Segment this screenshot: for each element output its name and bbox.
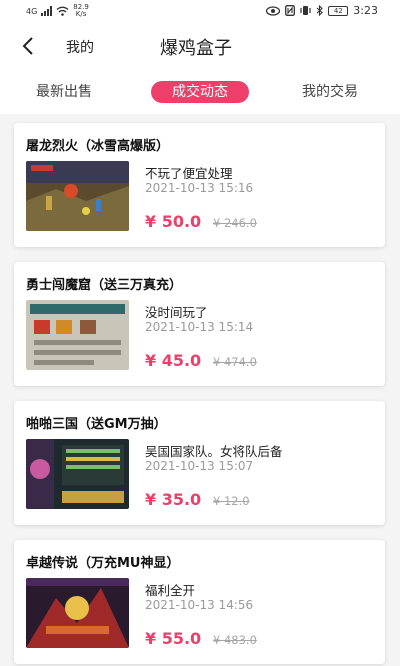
- wifi-icon: [56, 6, 69, 16]
- original-price: ¥ 474.0: [213, 355, 257, 369]
- status-bar: 4G 82.9 K/s 42 3:23: [0, 0, 400, 22]
- game-thumbnail: [26, 300, 129, 370]
- network-type: 4G: [26, 6, 38, 16]
- bluetooth-icon: [316, 5, 324, 16]
- original-price: ¥ 12.0: [213, 494, 250, 508]
- trade-card[interactable]: 屠龙烈火（冰雪高爆版） 不玩了便宜处理 2021-10-13 15:16 ¥ 5…: [14, 123, 385, 247]
- tab-latest-sale[interactable]: 最新出售: [36, 81, 92, 103]
- signal-icon: [41, 6, 53, 16]
- trade-card[interactable]: 啪啪三国（送GM万抽） 吴国国家队。女将队后备 2021-10-13 15:07…: [14, 401, 385, 525]
- net-speed-unit: K/s: [75, 10, 87, 18]
- page-title: 爆鸡盒子: [160, 38, 232, 59]
- nav-bar: 我的 爆鸡盒子: [0, 22, 400, 70]
- chevron-left-icon[interactable]: [18, 35, 40, 57]
- game-title: 屠龙烈火（冰雪高爆版）: [26, 139, 170, 154]
- status-right: 42 3:23: [266, 4, 378, 17]
- game-thumbnail: [26, 439, 129, 509]
- deal-time: 2021-10-13 15:07: [145, 459, 254, 473]
- battery-icon: 42: [328, 5, 349, 16]
- deal-time: 2021-10-13 14:56: [145, 598, 254, 612]
- tab-deal-activity[interactable]: 成交动态: [151, 81, 249, 103]
- game-thumbnail: [26, 578, 129, 648]
- sale-price: ¥ 35.0: [145, 490, 202, 509]
- trade-card[interactable]: 卓越传说（万充MU神显） 福利全开 2021-10-13 14:56 ¥ 55.…: [14, 540, 385, 664]
- deal-time: 2021-10-13 15:14: [145, 320, 254, 334]
- item-description: 不玩了便宜处理: [145, 166, 233, 181]
- original-price: ¥ 483.0: [213, 633, 257, 647]
- item-description: 吴国国家队。女将队后备: [145, 444, 283, 459]
- net-speed: 82.9 K/s: [73, 4, 89, 18]
- sale-price: ¥ 45.0: [145, 351, 202, 370]
- eye-icon: [266, 5, 281, 16]
- tab-my-trades[interactable]: 我的交易: [302, 81, 358, 103]
- tab-bar: 最新出售 成交动态 我的交易: [0, 70, 400, 114]
- game-title: 啪啪三国（送GM万抽）: [26, 417, 167, 432]
- vibrate-icon: [300, 6, 311, 15]
- status-time: 3:23: [353, 4, 378, 17]
- game-title: 卓越传说（万充MU神显）: [26, 556, 180, 571]
- item-description: 没时间玩了: [145, 305, 208, 320]
- game-thumbnail: [26, 161, 129, 231]
- item-description: 福利全开: [145, 583, 196, 598]
- sale-price: ¥ 55.0: [145, 629, 202, 648]
- game-title: 勇士闯魔窟（送三万真充）: [26, 278, 183, 293]
- trade-list: 屠龙烈火（冰雪高爆版） 不玩了便宜处理 2021-10-13 15:16 ¥ 5…: [14, 123, 385, 666]
- deal-time: 2021-10-13 15:16: [145, 181, 254, 195]
- original-price: ¥ 246.0: [213, 216, 257, 230]
- nfc-icon: [285, 5, 296, 16]
- trade-card[interactable]: 勇士闯魔窟（送三万真充） 没时间玩了 2021-10-13 15:14 ¥ 45…: [14, 262, 385, 386]
- status-left: 4G 82.9 K/s: [26, 4, 89, 18]
- mine-link[interactable]: 我的: [66, 37, 94, 57]
- sale-price: ¥ 50.0: [145, 212, 202, 231]
